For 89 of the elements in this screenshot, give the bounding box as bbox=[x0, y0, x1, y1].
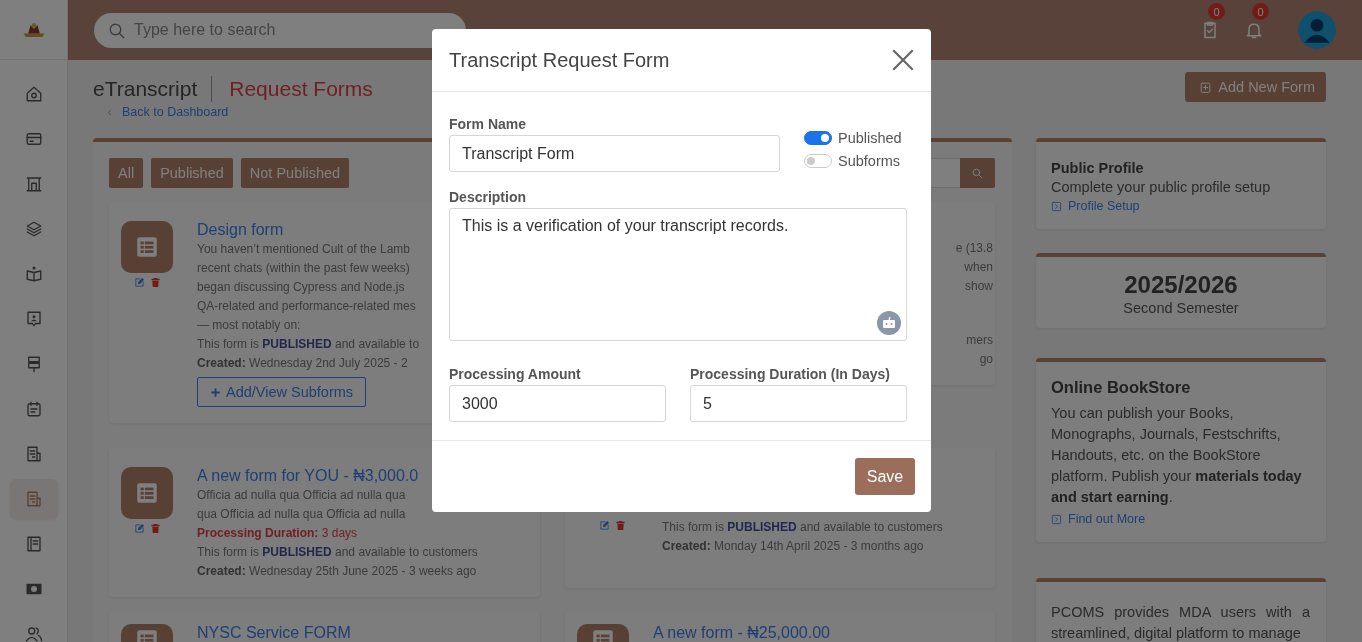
description-field[interactable]: This is a verification of your transcript records. bbox=[449, 208, 907, 341]
filter-button[interactable]: All bbox=[109, 158, 144, 188]
profile-setup-link[interactable]: Profile Setup bbox=[1051, 199, 1310, 213]
find-out-more-link[interactable]: Find out More bbox=[1051, 512, 1310, 526]
form-text: Created: Monday 14th April 2025 - 3 months ago bbox=[662, 538, 924, 555]
sidebar-item[interactable] bbox=[9, 479, 58, 519]
semester-label: Second Semester bbox=[1122, 300, 1240, 316]
session-year: 2025/2026 bbox=[1123, 271, 1239, 299]
back-link[interactable]: Back to Dashboard bbox=[93, 105, 373, 119]
plus-icon bbox=[210, 386, 221, 398]
form-text: This form is PUBLISHED and available to customers bbox=[197, 544, 478, 561]
field-label: Processing Amount bbox=[449, 366, 582, 382]
form-text: Created: Wednesday 2nd July 2025 - 2 bbox=[197, 355, 408, 372]
form-title-link[interactable]: A new form - ₦25,000.00 bbox=[653, 624, 830, 642]
users-icon bbox=[24, 625, 43, 642]
field-label: Processing Duration (In Days) bbox=[690, 366, 891, 382]
add-new-form-button[interactable]: Add New Form bbox=[1185, 72, 1326, 102]
building-icon bbox=[24, 175, 43, 193]
robot-icon[interactable] bbox=[877, 311, 901, 335]
notification-badge: 0 bbox=[1208, 3, 1225, 20]
calendar-icon bbox=[24, 400, 43, 418]
search-field[interactable]: Type here to search bbox=[94, 12, 466, 48]
newspaper-icon bbox=[24, 445, 43, 463]
add-form-icon bbox=[1199, 80, 1213, 94]
trash-icon[interactable] bbox=[614, 520, 626, 531]
edit-icon[interactable] bbox=[133, 277, 145, 288]
card-text: You can publish your Books, Monographs, Journals, Festschrifts, Handouts, etc. on the BookStore platform. Publish your materials today and start earning. bbox=[1051, 404, 1303, 507]
form-text: This form is PUBLISHED and available to customers bbox=[662, 519, 943, 536]
form-text: show bbox=[965, 278, 993, 295]
close-icon[interactable] bbox=[890, 47, 916, 73]
home-icon bbox=[24, 85, 43, 103]
notebook-icon bbox=[24, 535, 43, 553]
form-text: Officia ad nulla qua Officia ad nulla qua bbox=[197, 487, 406, 504]
form-text: QA-related and performance-related mes bbox=[197, 298, 416, 315]
form-text: recent chats (within the past few weeks) bbox=[197, 260, 410, 277]
form-title-link[interactable]: A new form for YOU - ₦3,000.0 bbox=[197, 467, 419, 485]
arrow-box-icon bbox=[1051, 200, 1062, 212]
form-text: Processing Duration: 3 days bbox=[197, 525, 358, 542]
toggle-label: Subforms bbox=[838, 153, 901, 169]
card-title: Public Profile bbox=[1051, 160, 1145, 176]
edit-icon[interactable] bbox=[133, 523, 145, 534]
contact-card-icon bbox=[24, 310, 43, 328]
search-icon bbox=[108, 21, 126, 40]
form-text: e (13.8 bbox=[955, 240, 993, 257]
notification-badge: 0 bbox=[1252, 3, 1269, 20]
form-text: — most notably on: bbox=[197, 317, 301, 334]
form-text: qua Officia ad nulla qua Officia ad nulla bbox=[197, 506, 406, 523]
add-view-subforms-button[interactable]: Add/View Subforms bbox=[197, 377, 367, 407]
trash-icon[interactable] bbox=[149, 277, 161, 288]
form-text: This form is PUBLISHED and available to bbox=[197, 336, 420, 353]
layers-icon bbox=[24, 220, 43, 238]
form-title-link[interactable]: Design form bbox=[197, 221, 284, 239]
chevron-left-icon bbox=[105, 107, 114, 117]
page-title: Request Forms bbox=[228, 77, 373, 101]
save-button[interactable]: Save bbox=[855, 458, 915, 495]
arrow-box-icon bbox=[1051, 513, 1062, 525]
filter-button[interactable]: Published bbox=[151, 158, 233, 188]
list-icon bbox=[134, 480, 160, 506]
form-text: go bbox=[979, 351, 993, 368]
form-text: began discussing Cypress and Node.js bbox=[197, 279, 405, 296]
search-icon bbox=[971, 166, 984, 180]
search-button[interactable] bbox=[960, 158, 995, 188]
form-name-field[interactable]: Transcript Form bbox=[449, 135, 780, 172]
amount-field[interactable]: 3000 bbox=[449, 385, 666, 422]
credit-card-icon bbox=[24, 130, 43, 148]
field-label: Form Name bbox=[449, 116, 528, 132]
card-text: Complete your public profile setup bbox=[1051, 179, 1272, 195]
avatar[interactable] bbox=[1298, 11, 1336, 49]
form-title-link[interactable]: NYSC Service FORM bbox=[197, 624, 351, 642]
modal-title: Transcript Request Form bbox=[449, 48, 670, 72]
form-text: Created: Wednesday 25th June 2025 - 3 weeks ago bbox=[197, 563, 477, 580]
card-title: Online BookStore bbox=[1051, 378, 1192, 397]
form-text: You haven’t mentioned Cult of the Lamb bbox=[197, 241, 411, 258]
list-icon bbox=[134, 234, 160, 260]
edit-icon[interactable] bbox=[598, 520, 610, 531]
app-title: eTranscript bbox=[93, 76, 213, 102]
form-text: mers bbox=[966, 332, 993, 349]
form-text: when bbox=[964, 259, 993, 276]
book-reader-icon bbox=[24, 265, 43, 283]
filter-button[interactable]: Not Published bbox=[240, 158, 350, 188]
newspaper-icon bbox=[24, 490, 43, 508]
duration-field[interactable]: 5 bbox=[690, 385, 907, 422]
toggle-switch[interactable] bbox=[804, 131, 832, 145]
trash-icon[interactable] bbox=[149, 523, 161, 534]
toggle-switch[interactable] bbox=[804, 154, 832, 168]
field-label: Description bbox=[449, 189, 527, 205]
toggle-label: Published bbox=[838, 130, 902, 146]
card-text: PCOMS provides MDA users with a streamlined, digital platform to manage bbox=[1051, 603, 1310, 642]
bell-icon[interactable] bbox=[1244, 20, 1264, 40]
